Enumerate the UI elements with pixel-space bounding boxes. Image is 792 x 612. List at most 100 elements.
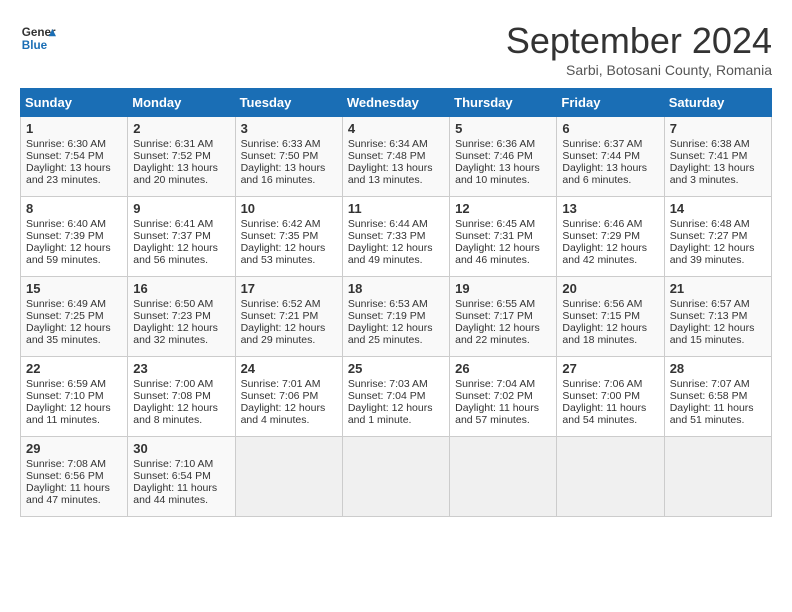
day-number: 12	[455, 201, 551, 216]
sunrise-text: Sunrise: 6:46 AM	[562, 218, 642, 230]
sunrise-text: Sunrise: 7:01 AM	[241, 378, 321, 390]
daylight-text: Daylight: 13 hours and 23 minutes.	[26, 162, 111, 186]
day-number: 1	[26, 121, 122, 136]
calendar-cell: 13Sunrise: 6:46 AMSunset: 7:29 PMDayligh…	[557, 197, 664, 277]
calendar-cell: 10Sunrise: 6:42 AMSunset: 7:35 PMDayligh…	[235, 197, 342, 277]
header-sunday: Sunday	[21, 89, 128, 117]
daylight-text: Daylight: 12 hours and 46 minutes.	[455, 242, 540, 266]
sunset-text: Sunset: 6:54 PM	[133, 470, 211, 482]
sunrise-text: Sunrise: 6:53 AM	[348, 298, 428, 310]
calendar-cell: 23Sunrise: 7:00 AMSunset: 7:08 PMDayligh…	[128, 357, 235, 437]
day-number: 24	[241, 361, 337, 376]
day-number: 26	[455, 361, 551, 376]
calendar-cell: 17 Sunrise: 6:52 AMSunset: 7:21 PMDayligh…	[235, 277, 342, 357]
calendar-cell	[450, 437, 557, 517]
day-number: 14	[670, 201, 766, 216]
daylight-text: Daylight: 13 hours and 10 minutes.	[455, 162, 540, 186]
sunset-text: Sunset: 7:04 PM	[348, 390, 426, 402]
sunset-text: Sunset: 7:17 PM	[455, 310, 533, 322]
calendar-cell	[557, 437, 664, 517]
daylight-text: Daylight: 12 hours and 4 minutes.	[241, 402, 326, 426]
daylight-text: Daylight: 11 hours and 57 minutes.	[455, 402, 539, 426]
daylight-text: Daylight: 12 hours and 1 minute.	[348, 402, 433, 426]
calendar-cell: 29Sunrise: 7:08 AMSunset: 6:56 PMDayligh…	[21, 437, 128, 517]
daylight-text: Daylight: 12 hours and 11 minutes.	[26, 402, 111, 426]
sunrise-text: Sunrise: 6:44 AM	[348, 218, 428, 230]
sunset-text: Sunset: 7:54 PM	[26, 150, 104, 162]
sunset-text: Sunset: 7:41 PM	[670, 150, 748, 162]
day-number: 27	[562, 361, 658, 376]
sunrise-text: Sunrise: 7:10 AM	[133, 458, 213, 470]
sunset-text: Sunset: 7:46 PM	[455, 150, 533, 162]
sunrise-text: Sunrise: 6:55 AM	[455, 298, 535, 310]
calendar-cell: 27Sunrise: 7:06 AMSunset: 7:00 PMDayligh…	[557, 357, 664, 437]
daylight-text: Daylight: 12 hours and 15 minutes.	[670, 322, 755, 346]
sunrise-text: Sunrise: 6:36 AM	[455, 138, 535, 150]
sunrise-text: Sunrise: 6:31 AM	[133, 138, 213, 150]
sunset-text: Sunset: 7:15 PM	[562, 310, 640, 322]
sunset-text: Sunset: 7:02 PM	[455, 390, 533, 402]
day-number: 2	[133, 121, 229, 136]
day-headers-row: Sunday Monday Tuesday Wednesday Thursday…	[21, 89, 772, 117]
daylight-text: Daylight: 13 hours and 3 minutes.	[670, 162, 755, 186]
calendar-cell: 9Sunrise: 6:41 AMSunset: 7:37 PMDaylight…	[128, 197, 235, 277]
day-number: 22	[26, 361, 122, 376]
month-title: September 2024	[506, 20, 772, 62]
calendar-cell: 12Sunrise: 6:45 AMSunset: 7:31 PMDayligh…	[450, 197, 557, 277]
sunrise-text: Sunrise: 6:52 AM	[241, 298, 321, 310]
sunset-text: Sunset: 7:00 PM	[562, 390, 640, 402]
sunset-text: Sunset: 7:27 PM	[670, 230, 748, 242]
day-number: 25	[348, 361, 444, 376]
calendar-cell: 22Sunrise: 6:59 AMSunset: 7:10 PMDayligh…	[21, 357, 128, 437]
day-number: 8	[26, 201, 122, 216]
calendar-cell: 7 Sunrise: 6:38 AMSunset: 7:41 PMDaylight…	[664, 117, 771, 197]
day-number: 4	[348, 121, 444, 136]
header-wednesday: Wednesday	[342, 89, 449, 117]
header-thursday: Thursday	[450, 89, 557, 117]
calendar-cell: 21Sunrise: 6:57 AMSunset: 7:13 PMDayligh…	[664, 277, 771, 357]
day-number: 17	[241, 281, 337, 296]
daylight-text: Daylight: 12 hours and 42 minutes.	[562, 242, 647, 266]
daylight-text: Daylight: 12 hours and 29 minutes.	[241, 322, 326, 346]
page-header: General Blue September 2024 Sarbi, Botos…	[20, 20, 772, 78]
calendar-cell: 15Sunrise: 6:49 AMSunset: 7:25 PMDayligh…	[21, 277, 128, 357]
location-subtitle: Sarbi, Botosani County, Romania	[506, 62, 772, 78]
sunrise-text: Sunrise: 6:38 AM	[670, 138, 750, 150]
day-number: 21	[670, 281, 766, 296]
sunset-text: Sunset: 7:06 PM	[241, 390, 319, 402]
sunset-text: Sunset: 7:29 PM	[562, 230, 640, 242]
calendar-cell	[342, 437, 449, 517]
daylight-text: Daylight: 12 hours and 8 minutes.	[133, 402, 218, 426]
calendar-cell: 8Sunrise: 6:40 AMSunset: 7:39 PMDaylight…	[21, 197, 128, 277]
sunset-text: Sunset: 7:35 PM	[241, 230, 319, 242]
day-number: 7	[670, 121, 766, 136]
daylight-text: Daylight: 12 hours and 49 minutes.	[348, 242, 433, 266]
sunset-text: Sunset: 7:13 PM	[670, 310, 748, 322]
sunrise-text: Sunrise: 7:07 AM	[670, 378, 750, 390]
calendar-cell: 28Sunrise: 7:07 AMSunset: 6:58 PMDayligh…	[664, 357, 771, 437]
daylight-text: Daylight: 11 hours and 47 minutes.	[26, 482, 110, 506]
daylight-text: Daylight: 11 hours and 51 minutes.	[670, 402, 754, 426]
calendar-table: Sunday Monday Tuesday Wednesday Thursday…	[20, 88, 772, 517]
day-number: 23	[133, 361, 229, 376]
sunrise-text: Sunrise: 6:41 AM	[133, 218, 213, 230]
sunrise-text: Sunrise: 7:03 AM	[348, 378, 428, 390]
day-number: 6	[562, 121, 658, 136]
calendar-cell: 26Sunrise: 7:04 AMSunset: 7:02 PMDayligh…	[450, 357, 557, 437]
day-number: 29	[26, 441, 122, 456]
calendar-week-row: 1Sunrise: 6:30 AMSunset: 7:54 PMDaylight…	[21, 117, 772, 197]
sunset-text: Sunset: 7:25 PM	[26, 310, 104, 322]
daylight-text: Daylight: 12 hours and 39 minutes.	[670, 242, 755, 266]
day-number: 11	[348, 201, 444, 216]
calendar-cell: 2Sunrise: 6:31 AMSunset: 7:52 PMDaylight…	[128, 117, 235, 197]
calendar-cell: 30Sunrise: 7:10 AMSunset: 6:54 PMDayligh…	[128, 437, 235, 517]
header-monday: Monday	[128, 89, 235, 117]
sunset-text: Sunset: 7:52 PM	[133, 150, 211, 162]
calendar-cell: 24 Sunrise: 7:01 AMSunset: 7:06 PMDayligh…	[235, 357, 342, 437]
calendar-cell: 6Sunrise: 6:37 AMSunset: 7:44 PMDaylight…	[557, 117, 664, 197]
calendar-week-row: 22Sunrise: 6:59 AMSunset: 7:10 PMDayligh…	[21, 357, 772, 437]
sunset-text: Sunset: 7:21 PM	[241, 310, 319, 322]
calendar-week-row: 29Sunrise: 7:08 AMSunset: 6:56 PMDayligh…	[21, 437, 772, 517]
daylight-text: Daylight: 13 hours and 13 minutes.	[348, 162, 433, 186]
sunset-text: Sunset: 7:37 PM	[133, 230, 211, 242]
